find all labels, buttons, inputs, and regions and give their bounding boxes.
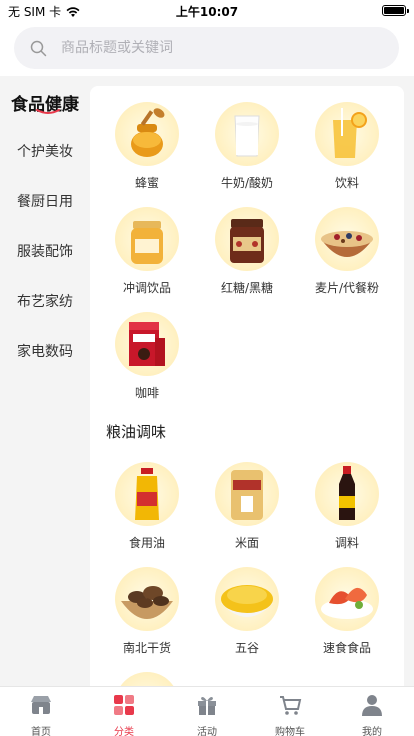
product-partial (97, 672, 197, 686)
sidebar-item-label: 个护美妆 (17, 144, 73, 160)
mushroom-bowl-icon (115, 567, 179, 631)
seafood-plate-icon (315, 567, 379, 631)
search-input[interactable] (61, 40, 361, 56)
sidebar-item-textiles[interactable]: 布艺家纺 (0, 291, 90, 311)
sidebar-item-label: 服装配饰 (17, 244, 73, 260)
product-milk[interactable]: 牛奶/酸奶 (197, 102, 297, 191)
product-instant-food[interactable]: 速食食品 (297, 567, 397, 656)
search-icon (30, 40, 47, 56)
tab-label: 首页 (31, 727, 51, 736)
sidebar-item-label: 布艺家纺 (17, 294, 73, 310)
product-label: 米面 (234, 536, 259, 550)
sidebar-item-label: 餐厨日用 (17, 194, 73, 210)
home-store-icon (31, 696, 51, 714)
product-grains[interactable]: 五谷 (197, 567, 297, 656)
sidebar-item-clothing[interactable]: 服装配饰 (0, 241, 90, 261)
battery-level (384, 7, 404, 14)
category-grid-icon (114, 695, 134, 715)
product-label: 五谷 (234, 641, 259, 655)
product-label: 速食食品 (322, 641, 371, 655)
drink-glass-icon (315, 102, 379, 166)
product-label: 饮料 (334, 176, 359, 190)
product-label: 南北干货 (122, 641, 171, 655)
product-drinks[interactable]: 饮料 (297, 102, 397, 191)
jar-drink-icon (115, 207, 179, 271)
sidebar-item-kitchen[interactable]: 餐厨日用 (0, 191, 90, 211)
tab-label: 活动 (197, 727, 217, 736)
product-label: 咖啡 (134, 386, 159, 400)
product-panel: 蜂蜜 牛奶/酸奶 饮料 冲调饮品 红糖/黑糖 麦片/代餐粉 咖啡 粮油调味 食用… (90, 86, 404, 686)
product-label: 麦片/代餐粉 (314, 281, 380, 295)
coffee-box-icon (115, 312, 179, 376)
tab-label: 分类 (114, 727, 134, 736)
tab-bar: 首页 分类 活动 购物车 我的 (0, 686, 414, 736)
product-instant-drinks[interactable]: 冲调饮品 (97, 207, 197, 296)
milk-glass-icon (215, 102, 279, 166)
soy-sauce-icon (315, 462, 379, 526)
status-time: 上午10:07 (175, 5, 239, 19)
product-label: 冲调饮品 (122, 281, 171, 295)
cart-icon (280, 696, 302, 715)
rice-bag-icon (215, 462, 279, 526)
active-underline (36, 109, 60, 114)
product-label: 蜂蜜 (134, 176, 159, 190)
partial-product-icon (115, 672, 179, 686)
cereal-bowl-icon (315, 207, 379, 271)
product-cooking-oil[interactable]: 食用油 (97, 462, 197, 551)
tab-activity[interactable]: 活动 (177, 693, 237, 736)
product-brown-sugar[interactable]: 红糖/黑糖 (197, 207, 297, 296)
tab-cart[interactable]: 购物车 (260, 693, 320, 736)
grain-bowl-icon (215, 567, 279, 631)
product-label: 食用油 (128, 536, 165, 550)
product-label: 牛奶/酸奶 (220, 176, 274, 190)
sidebar-item-electronics[interactable]: 家电数码 (0, 341, 90, 361)
product-coffee[interactable]: 咖啡 (97, 312, 197, 401)
product-label: 红糖/黑糖 (220, 281, 274, 295)
tab-category[interactable]: 分类 (94, 693, 154, 736)
product-cereal[interactable]: 麦片/代餐粉 (297, 207, 397, 296)
product-rice-flour[interactable]: 米面 (197, 462, 297, 551)
search-header (0, 22, 414, 76)
product-seasoning[interactable]: 调料 (297, 462, 397, 551)
tab-home[interactable]: 首页 (11, 693, 71, 736)
sidebar-item-beauty[interactable]: 个护美妆 (0, 141, 90, 161)
gift-icon (198, 697, 216, 715)
tab-label: 我的 (362, 727, 382, 736)
section-title-grain-oil: 粮油调味 (106, 423, 167, 441)
search-box[interactable] (14, 27, 399, 69)
honey-jar-icon (115, 102, 179, 166)
category-sidebar: 食品健康 个护美妆 餐厨日用 服装配饰 布艺家纺 家电数码 (0, 76, 90, 686)
oil-bottle-icon (115, 462, 179, 526)
battery-icon (382, 5, 409, 16)
product-honey[interactable]: 蜂蜜 (97, 102, 197, 191)
brown-sugar-icon (215, 207, 279, 271)
sidebar-item-label: 家电数码 (17, 344, 73, 360)
product-label: 调料 (334, 536, 359, 550)
battery-tip (407, 9, 409, 13)
user-icon (362, 695, 382, 716)
product-dried-goods[interactable]: 南北干货 (97, 567, 197, 656)
tab-profile[interactable]: 我的 (342, 693, 402, 736)
tab-label: 购物车 (275, 727, 305, 736)
status-bar: 无 SIM 卡 上午10:07 (0, 0, 414, 22)
